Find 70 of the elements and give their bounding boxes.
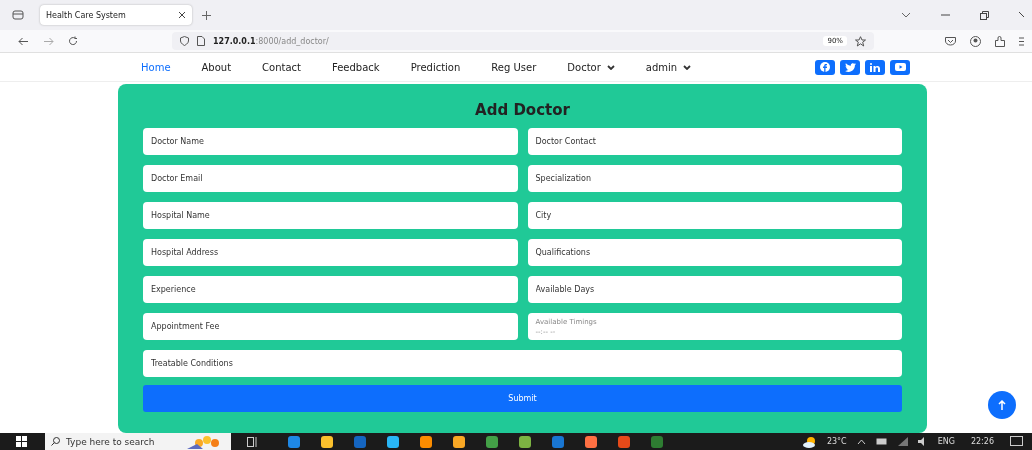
page-icon: [197, 36, 205, 46]
app-icon[interactable]: [320, 434, 334, 449]
star-icon[interactable]: [855, 35, 866, 47]
reload-icon[interactable]: [68, 36, 78, 46]
input-field[interactable]: Qualifications: [527, 239, 902, 266]
notification-icon[interactable]: [1010, 435, 1024, 448]
nav-link[interactable]: Doctor: [567, 61, 615, 73]
pocket-icon[interactable]: [945, 36, 956, 46]
input-field[interactable]: Available Days: [527, 276, 902, 303]
url-field[interactable]: 127.0.0.1:8000/add_doctor/: [213, 36, 329, 46]
language-indicator[interactable]: ENG: [937, 437, 955, 446]
taskbar-search-field[interactable]: Type here to search: [45, 433, 231, 450]
account-icon[interactable]: [970, 35, 981, 47]
menu-icon[interactable]: [1019, 36, 1024, 46]
nav-link[interactable]: Reg User: [491, 61, 537, 73]
input-field[interactable]: City: [527, 202, 902, 229]
input-field[interactable]: Doctor Name: [143, 128, 518, 155]
input-field[interactable]: Doctor Email: [143, 165, 518, 192]
input-field[interactable]: Hospital Address: [143, 239, 518, 266]
nav-link[interactable]: About: [201, 61, 232, 73]
chevron-down-icon[interactable]: [901, 12, 911, 18]
browser-tab[interactable]: Health Care System: [40, 5, 192, 25]
battery-icon[interactable]: [875, 438, 888, 445]
clock[interactable]: 22:26: [970, 437, 994, 446]
input-field[interactable]: Experience: [143, 276, 518, 303]
tab-list-icon[interactable]: [12, 10, 24, 20]
nav-link[interactable]: Prediction: [410, 61, 461, 73]
app-icon[interactable]: [452, 434, 466, 449]
linkedin-icon: [870, 62, 880, 72]
scroll-to-top-button[interactable]: [988, 391, 1016, 419]
input-field[interactable]: Appointment Fee: [143, 313, 518, 340]
input-field[interactable]: Doctor Contact: [527, 128, 902, 155]
app-icon[interactable]: [518, 434, 532, 449]
back-icon[interactable]: [18, 36, 29, 46]
new-tab-icon[interactable]: [202, 10, 211, 20]
app-icon[interactable]: [386, 434, 400, 449]
app-icon[interactable]: [287, 434, 301, 449]
bird-icon: [844, 62, 856, 72]
nav-link[interactable]: Feedback: [332, 61, 380, 73]
app-icon[interactable]: [419, 434, 433, 449]
wifi-icon[interactable]: [897, 437, 908, 446]
windows-start-icon[interactable]: [16, 436, 27, 447]
weather-icon[interactable]: [802, 435, 817, 448]
task-view-icon[interactable]: [247, 436, 257, 447]
input-field[interactable]: Treatable Conditions: [143, 350, 902, 377]
app-icon[interactable]: [617, 434, 631, 449]
close-icon[interactable]: [178, 11, 186, 19]
nav-link[interactable]: Contact: [262, 61, 301, 73]
input-field[interactable]: Specialization: [527, 165, 902, 192]
shield-icon[interactable]: [180, 36, 189, 46]
nav-link[interactable]: Home: [141, 61, 171, 73]
input-field[interactable]: Hospital Name: [143, 202, 518, 229]
form-title: Add Doctor: [474, 101, 571, 119]
submit-button[interactable]: Submit: [143, 385, 902, 412]
temperature[interactable]: 23°C: [826, 437, 847, 446]
social-button[interactable]: [865, 59, 885, 75]
facebook-icon: [820, 62, 830, 72]
social-button[interactable]: [840, 59, 860, 75]
arrow-up-icon: [998, 400, 1006, 410]
search-icon: [51, 437, 60, 446]
nav-link[interactable]: admin: [645, 61, 692, 73]
chevron-up-icon[interactable]: [856, 438, 866, 445]
app-icon[interactable]: [485, 434, 499, 449]
social-button[interactable]: [890, 59, 910, 75]
play-icon: [894, 63, 906, 71]
restore-icon[interactable]: [980, 10, 989, 20]
app-icon[interactable]: [584, 434, 598, 449]
social-button[interactable]: [815, 59, 835, 75]
extensions-icon[interactable]: [995, 35, 1005, 47]
close-icon[interactable]: [1019, 10, 1024, 20]
